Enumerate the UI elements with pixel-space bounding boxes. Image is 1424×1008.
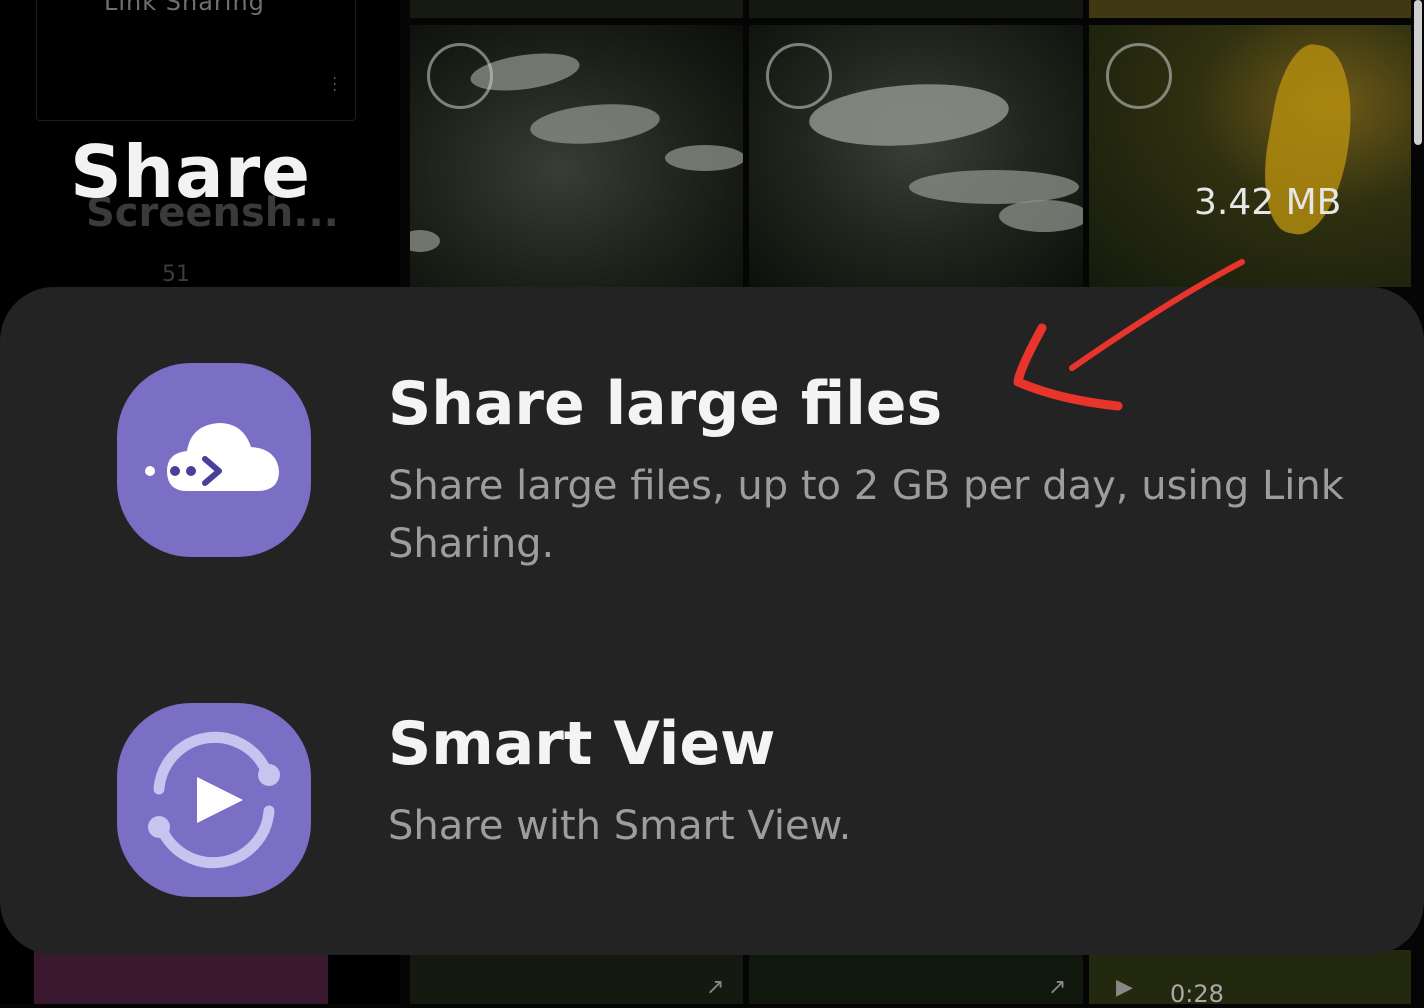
file-size-label: 3.42 MB <box>1194 182 1342 223</box>
select-checkbox[interactable] <box>1106 43 1172 109</box>
smart-view-option[interactable]: Smart View Share with Smart View. <box>0 687 1424 947</box>
gallery-thumbnail[interactable] <box>1089 0 1411 18</box>
option-title: Smart View <box>388 709 776 779</box>
expand-icon: ↗ <box>706 975 725 1000</box>
smart-view-icon <box>117 703 311 897</box>
link-sharing-card[interactable]: · · · <box>36 0 356 121</box>
expand-icon: ↗ <box>1048 975 1067 1000</box>
select-checkbox[interactable] <box>766 43 832 109</box>
option-title: Share large files <box>388 369 943 439</box>
scrollbar[interactable] <box>1414 0 1422 145</box>
gallery-thumbnail[interactable] <box>410 950 743 1004</box>
cloud-link-icon <box>117 363 311 557</box>
gallery-thumbnail[interactable] <box>34 950 328 1004</box>
more-options-icon[interactable]: · · · <box>333 72 337 98</box>
select-checkbox[interactable] <box>427 43 493 109</box>
annotation-arrow-icon <box>1013 259 1245 411</box>
gallery-thumbnail[interactable] <box>749 0 1083 18</box>
link-sharing-label: Link Sharing <box>104 0 265 16</box>
play-icon: ▶ <box>1116 975 1133 1000</box>
gallery-thumbnail[interactable] <box>410 0 743 18</box>
gallery-thumbnail[interactable] <box>749 950 1083 1004</box>
gallery-thumbnail[interactable] <box>1089 950 1411 1004</box>
option-description: Share with Smart View. <box>388 803 852 849</box>
screenshots-count: 51 <box>162 262 190 287</box>
page-title: Share <box>70 130 312 214</box>
option-description: Share large files, up to 2 GB per day, u… <box>388 463 1344 567</box>
